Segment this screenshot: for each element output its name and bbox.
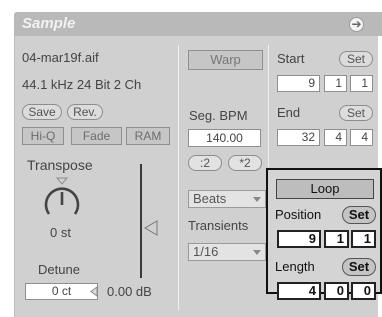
chevron-down-icon [253, 197, 261, 202]
arrow-right-icon[interactable]: ➔ [349, 17, 364, 32]
volume-slider-handle[interactable] [143, 220, 159, 236]
warp-button[interactable]: Warp [188, 50, 263, 70]
transpose-label: Transpose [27, 157, 93, 173]
transients-dropdown[interactable]: 1/16 [188, 243, 266, 261]
loop-length-sixteenth-field[interactable]: 0 [351, 282, 376, 300]
transpose-knob[interactable] [34, 176, 94, 220]
start-label: Start [277, 51, 305, 66]
chevron-down-icon [253, 250, 261, 255]
volume-slider-track[interactable] [140, 164, 142, 278]
loop-position-sixteenth-field[interactable]: 1 [351, 230, 376, 248]
loop-length-label: Length [275, 259, 315, 274]
loop-position-beat-field[interactable]: 1 [324, 230, 349, 248]
start-set-button[interactable]: Set [339, 51, 373, 67]
loop-length-beat-field[interactable]: 0 [324, 282, 349, 300]
loop-length-set-button[interactable]: Set [342, 258, 376, 276]
transients-value: 1/16 [193, 244, 219, 259]
column-divider [178, 45, 179, 310]
panel-title: Sample [22, 15, 76, 32]
halve-tempo-button[interactable]: :2 [188, 155, 222, 171]
end-label: End [277, 105, 301, 120]
end-sixteenth-field[interactable]: 4 [350, 129, 373, 146]
loop-section: Loop Position Set 9 1 1 Length Set 4 0 0 [266, 168, 382, 300]
start-sixteenth-field[interactable]: 1 [350, 75, 373, 92]
hiq-button[interactable]: Hi-Q [22, 127, 64, 145]
seg-bpm-label: Seg. BPM [189, 108, 248, 123]
transients-label: Transients [188, 218, 249, 233]
detune-field[interactable]: 0 ct [25, 283, 98, 300]
transpose-value: 0 st [50, 225, 71, 240]
end-bar-field[interactable]: 32 [277, 129, 320, 146]
detune-label: Detune [38, 262, 80, 277]
loop-toggle-button[interactable]: Loop [276, 179, 374, 199]
file-info: 44.1 kHz 24 Bit 2 Ch [22, 77, 142, 92]
warp-mode-dropdown[interactable]: Beats [188, 190, 266, 208]
volume-value: 0.00 dB [107, 284, 152, 299]
ram-button[interactable]: RAM [126, 127, 170, 145]
warp-mode-value: Beats [193, 191, 227, 206]
triangle-left-icon [90, 286, 98, 297]
loop-length-bar-field[interactable]: 4 [277, 282, 321, 300]
double-tempo-button[interactable]: *2 [228, 155, 262, 171]
column-divider [268, 45, 269, 167]
reverse-button[interactable]: Rev. [67, 104, 103, 120]
loop-position-bar-field[interactable]: 9 [277, 230, 321, 248]
file-name: 04-mar19f.aif [22, 50, 99, 65]
end-beat-field[interactable]: 4 [324, 129, 347, 146]
seg-bpm-field[interactable]: 140.00 [188, 129, 261, 147]
start-beat-field[interactable]: 1 [324, 75, 347, 92]
start-bar-field[interactable]: 9 [277, 75, 320, 92]
loop-position-label: Position [275, 207, 322, 222]
loop-position-set-button[interactable]: Set [342, 206, 376, 224]
fade-button[interactable]: Fade [71, 127, 122, 145]
end-set-button[interactable]: Set [339, 105, 373, 121]
save-button[interactable]: Save [22, 104, 62, 120]
